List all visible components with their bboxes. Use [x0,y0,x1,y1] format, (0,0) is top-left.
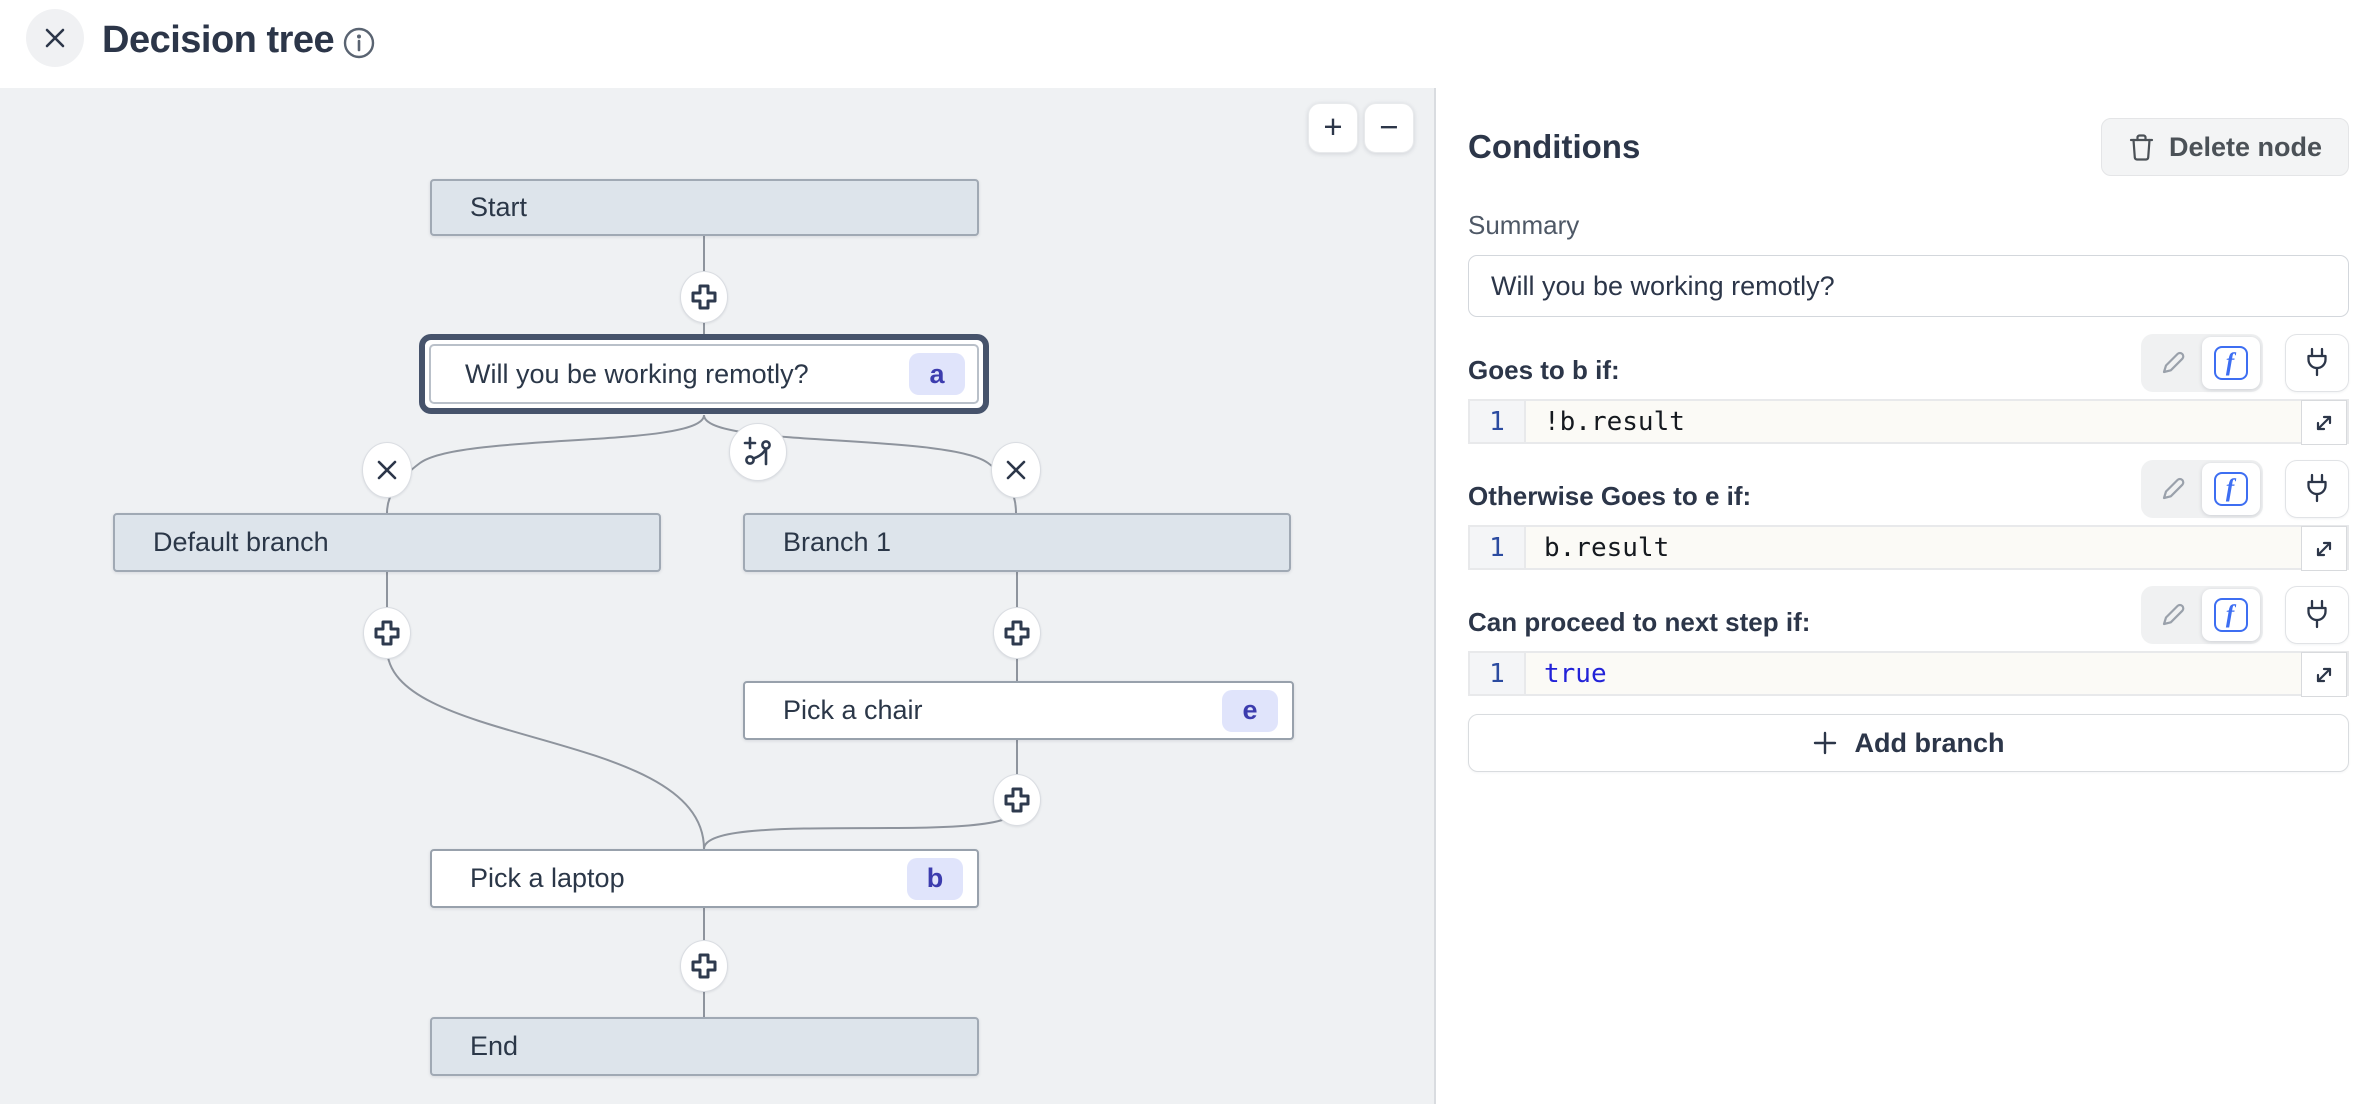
node-badge: b [907,858,963,900]
expression-mode-button[interactable]: f [2202,337,2260,389]
plus-icon [689,951,719,981]
plus-icon [372,618,402,648]
editor-mode-toggle: f [2141,334,2263,392]
expand-icon [2312,411,2336,435]
code-editor[interactable]: 1 true [1468,651,2349,696]
add-node-button[interactable] [680,271,728,323]
plain-text-mode-button[interactable] [2144,463,2202,515]
fx-icon: f [2214,346,2248,380]
add-node-button[interactable] [680,940,728,992]
line-number: 1 [1470,401,1526,442]
code-value[interactable]: b.result [1526,527,2347,568]
decision-tree-canvas[interactable]: Start Will you be working remotly? a Def… [0,88,1434,1104]
x-icon [1004,458,1028,482]
code-editor[interactable]: 1 !b.result [1468,399,2349,444]
close-button[interactable] [26,9,84,67]
delete-node-button[interactable]: Delete node [2101,118,2349,176]
zoom-in-button[interactable]: + [1308,103,1358,153]
expand-editor-button[interactable] [2301,400,2347,445]
app-header: Decision tree [0,0,2373,88]
expand-icon [2312,663,2336,687]
source-plug-button[interactable] [2285,334,2349,392]
expand-editor-button[interactable] [2301,652,2347,697]
editor-mode-toggle: f [2141,586,2263,644]
condition-label: Otherwise Goes to e if: [1468,481,1751,518]
plus-icon [1002,785,1032,815]
source-plug-button[interactable] [2285,460,2349,518]
trash-icon [2128,133,2155,162]
expression-mode-button[interactable]: f [2202,589,2260,641]
node-end[interactable]: End [430,1017,979,1076]
delete-node-label: Delete node [2169,132,2322,163]
condition-label: Can proceed to next step if: [1468,607,1810,644]
fx-icon: f [2214,472,2248,506]
zoom-out-button[interactable]: − [1364,103,1414,153]
line-number: 1 [1470,527,1526,568]
add-node-button[interactable] [993,607,1041,659]
plus-icon [1002,618,1032,648]
conditions-panel: Conditions Delete node Summary Goes to b… [1434,88,2373,1104]
x-icon [41,24,69,52]
plus-icon [1812,730,1838,756]
plug-icon [2303,473,2331,505]
node-branch-1[interactable]: Branch 1 [743,513,1291,572]
line-number: 1 [1470,653,1526,694]
summary-input[interactable] [1468,255,2349,317]
expand-icon [2312,537,2336,561]
node-default-branch[interactable]: Default branch [113,513,661,572]
remove-branch-button-left[interactable] [362,442,412,498]
summary-label: Summary [1468,210,2349,241]
source-plug-button[interactable] [2285,586,2349,644]
expression-mode-button[interactable]: f [2202,463,2260,515]
pencil-icon [2159,349,2187,377]
code-editor[interactable]: 1 b.result [1468,525,2349,570]
plain-text-mode-button[interactable] [2144,337,2202,389]
code-value[interactable]: true [1526,653,2347,694]
node-question-selected[interactable]: Will you be working remotly? a [419,334,989,414]
plus-icon [689,282,719,312]
remove-branch-button-right[interactable] [991,442,1041,498]
add-branch-label: Add branch [1854,728,2004,759]
node-badge: e [1222,690,1278,732]
plain-text-mode-button[interactable] [2144,589,2202,641]
fx-icon: f [2214,598,2248,632]
x-icon [375,458,399,482]
panel-title: Conditions [1468,128,1640,166]
expand-editor-button[interactable] [2301,526,2347,571]
code-value[interactable]: !b.result [1526,401,2347,442]
add-node-button[interactable] [363,607,411,659]
add-branch-connector-button[interactable] [729,423,787,481]
condition-label: Goes to b if: [1468,355,1620,392]
add-node-button[interactable] [993,774,1041,826]
branch-plus-icon [742,436,774,468]
editor-mode-toggle: f [2141,460,2263,518]
node-pick-a-laptop[interactable]: Pick a laptop b [430,849,979,908]
node-start[interactable]: Start [430,179,979,236]
plug-icon [2303,599,2331,631]
info-icon[interactable] [342,26,376,60]
page-title: Decision tree [102,19,334,62]
pencil-icon [2159,475,2187,503]
pencil-icon [2159,601,2187,629]
plug-icon [2303,347,2331,379]
node-pick-a-chair[interactable]: Pick a chair e [743,681,1294,740]
node-badge: a [909,353,965,395]
add-branch-button[interactable]: Add branch [1468,714,2349,772]
